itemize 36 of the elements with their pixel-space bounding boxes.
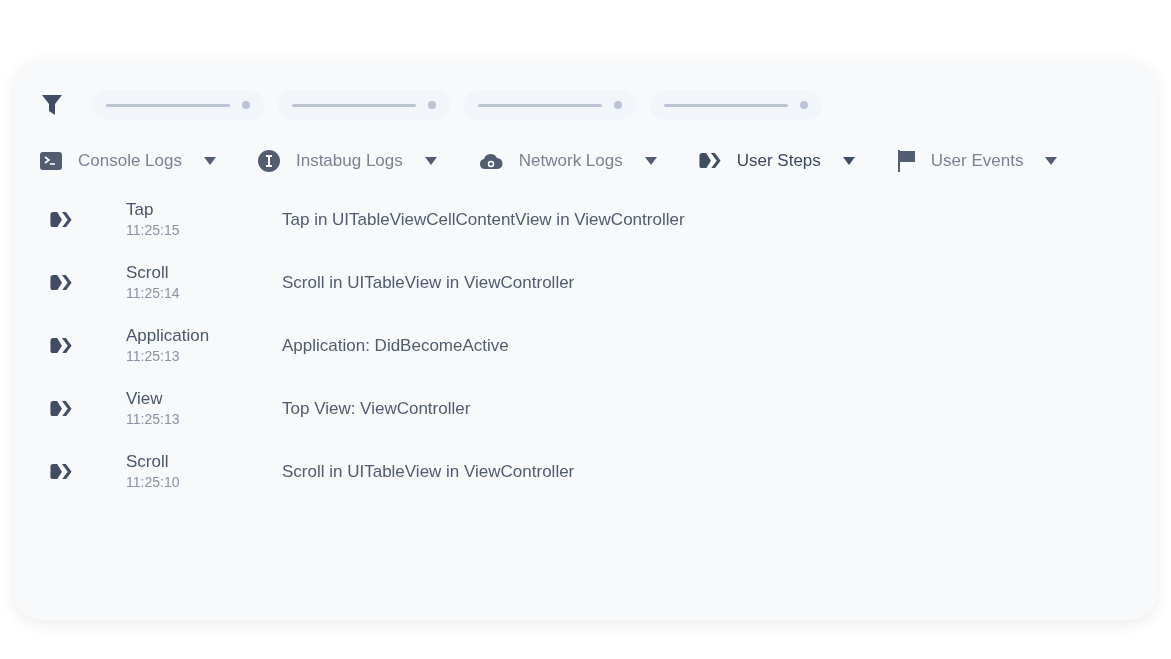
caret-icon [203,156,216,165]
filter-icon[interactable] [42,95,62,115]
caret-icon [424,156,437,165]
cloud-icon [478,151,503,170]
step-time: 11:25:13 [126,409,181,429]
step-message: Scroll in UITableView in ViewController [282,460,575,483]
caret-icon [842,156,855,165]
log-tab[interactable]: User Events [896,148,1058,174]
log-tab[interactable]: User Steps [698,148,855,174]
double-chevron-icon [698,153,721,169]
log-tab[interactable]: Network Logs [478,148,657,174]
step-time: 11:25:10 [126,472,181,492]
step-type: Scroll [126,262,170,283]
step-message: Scroll in UITableView in ViewController [282,271,575,294]
double-chevron-icon [50,400,72,417]
step-type: Scroll [126,451,170,472]
step-type: View [126,388,164,409]
double-chevron-icon [50,337,72,354]
step-message: Top View: ViewController [282,397,471,420]
step-message: Application: DidBecomeActive [282,334,509,357]
step-message: Tap in UITableViewCellContentView in ViewController [282,208,685,231]
step-type: Application [126,325,211,346]
caret-icon [644,156,657,165]
log-tab[interactable]: Instabug Logs [257,148,437,174]
caret-icon [1045,156,1058,165]
terminal-icon [40,151,62,170]
step-time: 11:25:13 [126,346,181,366]
info-icon [257,149,280,172]
double-chevron-icon [50,463,72,480]
step-type: Tap [126,199,155,220]
step-time: 11:25:14 [126,283,181,303]
log-tab[interactable]: Console Logs [40,148,216,174]
flag-icon [896,149,915,172]
double-chevron-icon [50,274,72,291]
step-time: 11:25:15 [126,220,181,240]
double-chevron-icon [50,211,72,228]
